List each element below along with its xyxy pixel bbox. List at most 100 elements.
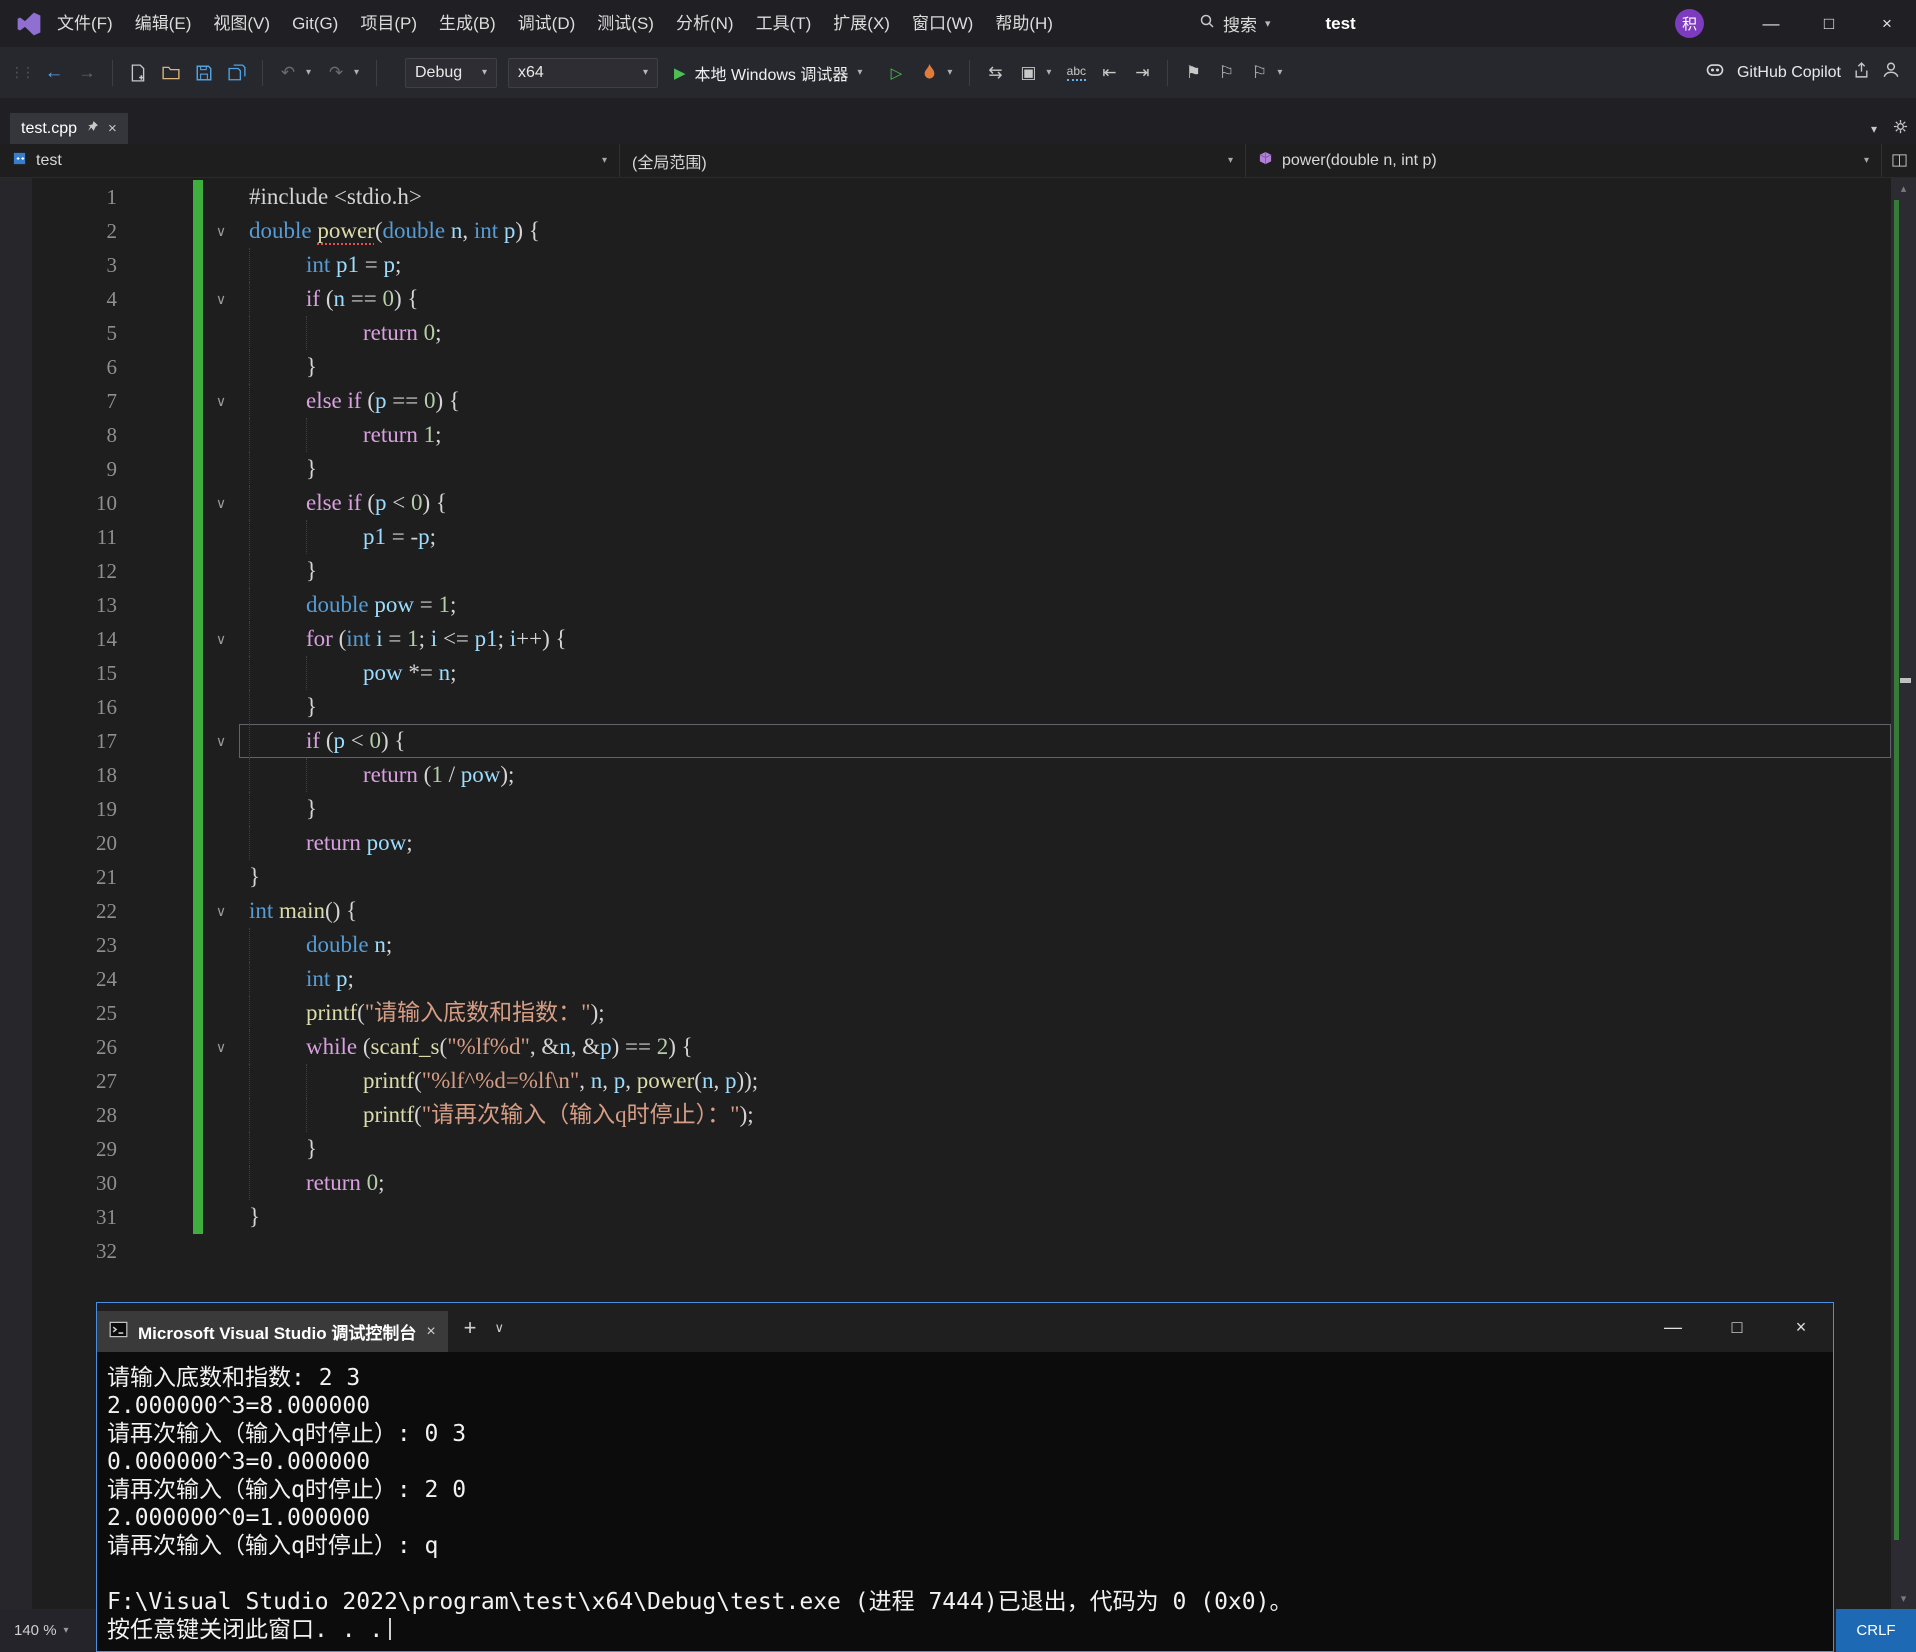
next-bookmark-button[interactable]: ⚐ bbox=[1244, 58, 1274, 88]
console-tab-close-icon[interactable]: × bbox=[426, 1323, 435, 1341]
debug-target-caret-icon[interactable]: ▾ bbox=[857, 67, 869, 78]
breakpoint-margin[interactable] bbox=[117, 826, 193, 860]
sync-with-active-document-button[interactable]: ⇆ bbox=[980, 58, 1010, 88]
code-text[interactable]: #include <stdio.h> bbox=[239, 180, 1891, 214]
code-text[interactable]: printf("请再次输入（输入q时停止）："); bbox=[239, 1098, 1891, 1132]
breakpoint-margin[interactable] bbox=[117, 282, 193, 316]
fold-chevron-icon[interactable]: ∨ bbox=[203, 1030, 239, 1064]
code-line-10[interactable]: 10 ∨ else if (p < 0) { bbox=[0, 486, 1891, 520]
code-text[interactable] bbox=[239, 1234, 1891, 1268]
solution-platform-combo[interactable]: x64 ▾ bbox=[508, 57, 658, 88]
code-text[interactable]: int main() { bbox=[239, 894, 1891, 928]
tab-testcpp[interactable]: test.cpp × bbox=[10, 113, 128, 144]
breakpoint-margin[interactable] bbox=[117, 860, 193, 894]
code-text[interactable]: else if (p == 0) { bbox=[239, 384, 1891, 418]
code-text[interactable]: printf("请输入底数和指数："); bbox=[239, 996, 1891, 1030]
code-line-13[interactable]: 13 double pow = 1; bbox=[0, 588, 1891, 622]
hot-reload-caret-icon[interactable]: ▾ bbox=[947, 67, 959, 78]
save-button[interactable] bbox=[189, 58, 219, 88]
breakpoint-margin[interactable] bbox=[117, 724, 193, 758]
decrease-indent-button[interactable]: ⇤ bbox=[1094, 58, 1124, 88]
code-line-27[interactable]: 27 printf("%lf^%d=%lf\n", n, p, power(n, … bbox=[0, 1064, 1891, 1098]
frame-caret-icon[interactable]: ▾ bbox=[1046, 67, 1058, 78]
code-text[interactable]: double pow = 1; bbox=[239, 588, 1891, 622]
fold-chevron-icon[interactable]: ∨ bbox=[203, 282, 239, 316]
code-text[interactable]: if (p < 0) { bbox=[239, 724, 1891, 758]
split-editor-icon[interactable] bbox=[1882, 144, 1916, 177]
breakpoint-margin[interactable] bbox=[117, 316, 193, 350]
scroll-up-icon[interactable]: ▴ bbox=[1891, 182, 1916, 195]
code-line-28[interactable]: 28 printf("请再次输入（输入q时停止）："); bbox=[0, 1098, 1891, 1132]
code-line-3[interactable]: 3 int p1 = p; bbox=[0, 248, 1891, 282]
code-line-4[interactable]: 4 ∨ if (n == 0) { bbox=[0, 282, 1891, 316]
toolbar-gripper[interactable]: ⋮⋮ bbox=[10, 64, 35, 81]
menu-item-11[interactable]: 窗口(W) bbox=[901, 0, 984, 47]
code-line-17[interactable]: 17 ∨ if (p < 0) { bbox=[0, 724, 1891, 758]
breakpoint-margin[interactable] bbox=[117, 1030, 193, 1064]
code-text[interactable]: } bbox=[239, 860, 1891, 894]
search-caret-icon[interactable]: ▾ bbox=[1265, 17, 1271, 30]
breakpoint-margin[interactable] bbox=[117, 248, 193, 282]
code-line-16[interactable]: 16} bbox=[0, 690, 1891, 724]
undo-button[interactable]: ↶ bbox=[273, 58, 303, 88]
code-line-23[interactable]: 23 double n; bbox=[0, 928, 1891, 962]
code-text[interactable]: } bbox=[239, 1200, 1891, 1234]
breakpoint-margin[interactable] bbox=[117, 588, 193, 622]
code-text[interactable]: int p1 = p; bbox=[239, 248, 1891, 282]
code-line-30[interactable]: 30 return 0; bbox=[0, 1166, 1891, 1200]
code-line-6[interactable]: 6} bbox=[0, 350, 1891, 384]
breakpoint-margin[interactable] bbox=[117, 214, 193, 248]
code-line-11[interactable]: 11 p1 = -p; bbox=[0, 520, 1891, 554]
redo-button[interactable]: ↷ bbox=[321, 58, 351, 88]
maximize-button[interactable]: □ bbox=[1800, 0, 1858, 47]
nav-scope-combo[interactable]: (全局范围) ▾ bbox=[620, 144, 1246, 177]
fold-chevron-icon[interactable]: ∨ bbox=[203, 724, 239, 758]
code-line-9[interactable]: 9} bbox=[0, 452, 1891, 486]
search-box[interactable]: 搜索 ▾ bbox=[1199, 11, 1271, 36]
save-all-button[interactable] bbox=[222, 58, 252, 88]
code-line-24[interactable]: 24 int p; bbox=[0, 962, 1891, 996]
code-line-29[interactable]: 29} bbox=[0, 1132, 1891, 1166]
fold-chevron-icon[interactable]: ∨ bbox=[203, 214, 239, 248]
tab-settings-gear-icon[interactable] bbox=[1893, 119, 1908, 139]
scroll-down-icon[interactable]: ▾ bbox=[1891, 1592, 1916, 1605]
fold-chevron-icon[interactable]: ∨ bbox=[203, 622, 239, 656]
breakpoint-margin[interactable] bbox=[117, 622, 193, 656]
code-line-31[interactable]: 31} bbox=[0, 1200, 1891, 1234]
redo-caret-icon[interactable]: ▾ bbox=[354, 67, 366, 78]
code-text[interactable]: double n; bbox=[239, 928, 1891, 962]
nav-member-combo[interactable]: power(double n, int p) ▾ bbox=[1246, 144, 1882, 177]
menu-item-1[interactable]: 编辑(E) bbox=[124, 0, 203, 47]
zoom-control[interactable]: 140 % ▾ bbox=[0, 1622, 83, 1639]
code-line-12[interactable]: 12} bbox=[0, 554, 1891, 588]
close-button[interactable]: × bbox=[1858, 0, 1916, 47]
code-text[interactable]: p1 = -p; bbox=[239, 520, 1891, 554]
menu-item-7[interactable]: 测试(S) bbox=[586, 0, 665, 47]
breakpoint-margin[interactable] bbox=[117, 928, 193, 962]
menu-item-3[interactable]: Git(G) bbox=[281, 0, 349, 47]
code-line-5[interactable]: 5 return 0; bbox=[0, 316, 1891, 350]
console-minimize-button[interactable]: — bbox=[1641, 1303, 1705, 1352]
breakpoint-margin[interactable] bbox=[117, 384, 193, 418]
breakpoint-margin[interactable] bbox=[117, 1132, 193, 1166]
code-text[interactable]: return 0; bbox=[239, 1166, 1891, 1200]
code-text[interactable]: while (scanf_s("%lf%d", &n, &p) == 2) { bbox=[239, 1030, 1891, 1064]
new-file-button[interactable] bbox=[123, 58, 153, 88]
code-text[interactable]: } bbox=[239, 452, 1891, 486]
tab-list-chevron-icon[interactable]: ▾ bbox=[1871, 122, 1877, 136]
menu-item-9[interactable]: 工具(T) bbox=[745, 0, 823, 47]
console-dropdown-icon[interactable]: ∨ bbox=[495, 1320, 505, 1336]
menu-item-5[interactable]: 生成(B) bbox=[428, 0, 507, 47]
nav-project-combo[interactable]: test ▾ bbox=[0, 144, 620, 177]
code-line-20[interactable]: 20 return pow; bbox=[0, 826, 1891, 860]
start-debugging-button[interactable]: ▶ 本地 Windows 调试器 ▾ bbox=[665, 61, 878, 85]
breakpoint-margin[interactable] bbox=[117, 758, 193, 792]
code-text[interactable]: else if (p < 0) { bbox=[239, 486, 1891, 520]
previous-bookmark-button[interactable]: ⚐ bbox=[1211, 58, 1241, 88]
increase-indent-button[interactable]: ⇥ bbox=[1127, 58, 1157, 88]
code-text[interactable]: for (int i = 1; i <= p1; i++) { bbox=[239, 622, 1891, 656]
toggle-whitespace-button[interactable]: abc bbox=[1061, 58, 1091, 88]
breakpoint-margin[interactable] bbox=[117, 418, 193, 452]
fold-chevron-icon[interactable]: ∨ bbox=[203, 384, 239, 418]
code-text[interactable]: return (1 / pow); bbox=[239, 758, 1891, 792]
